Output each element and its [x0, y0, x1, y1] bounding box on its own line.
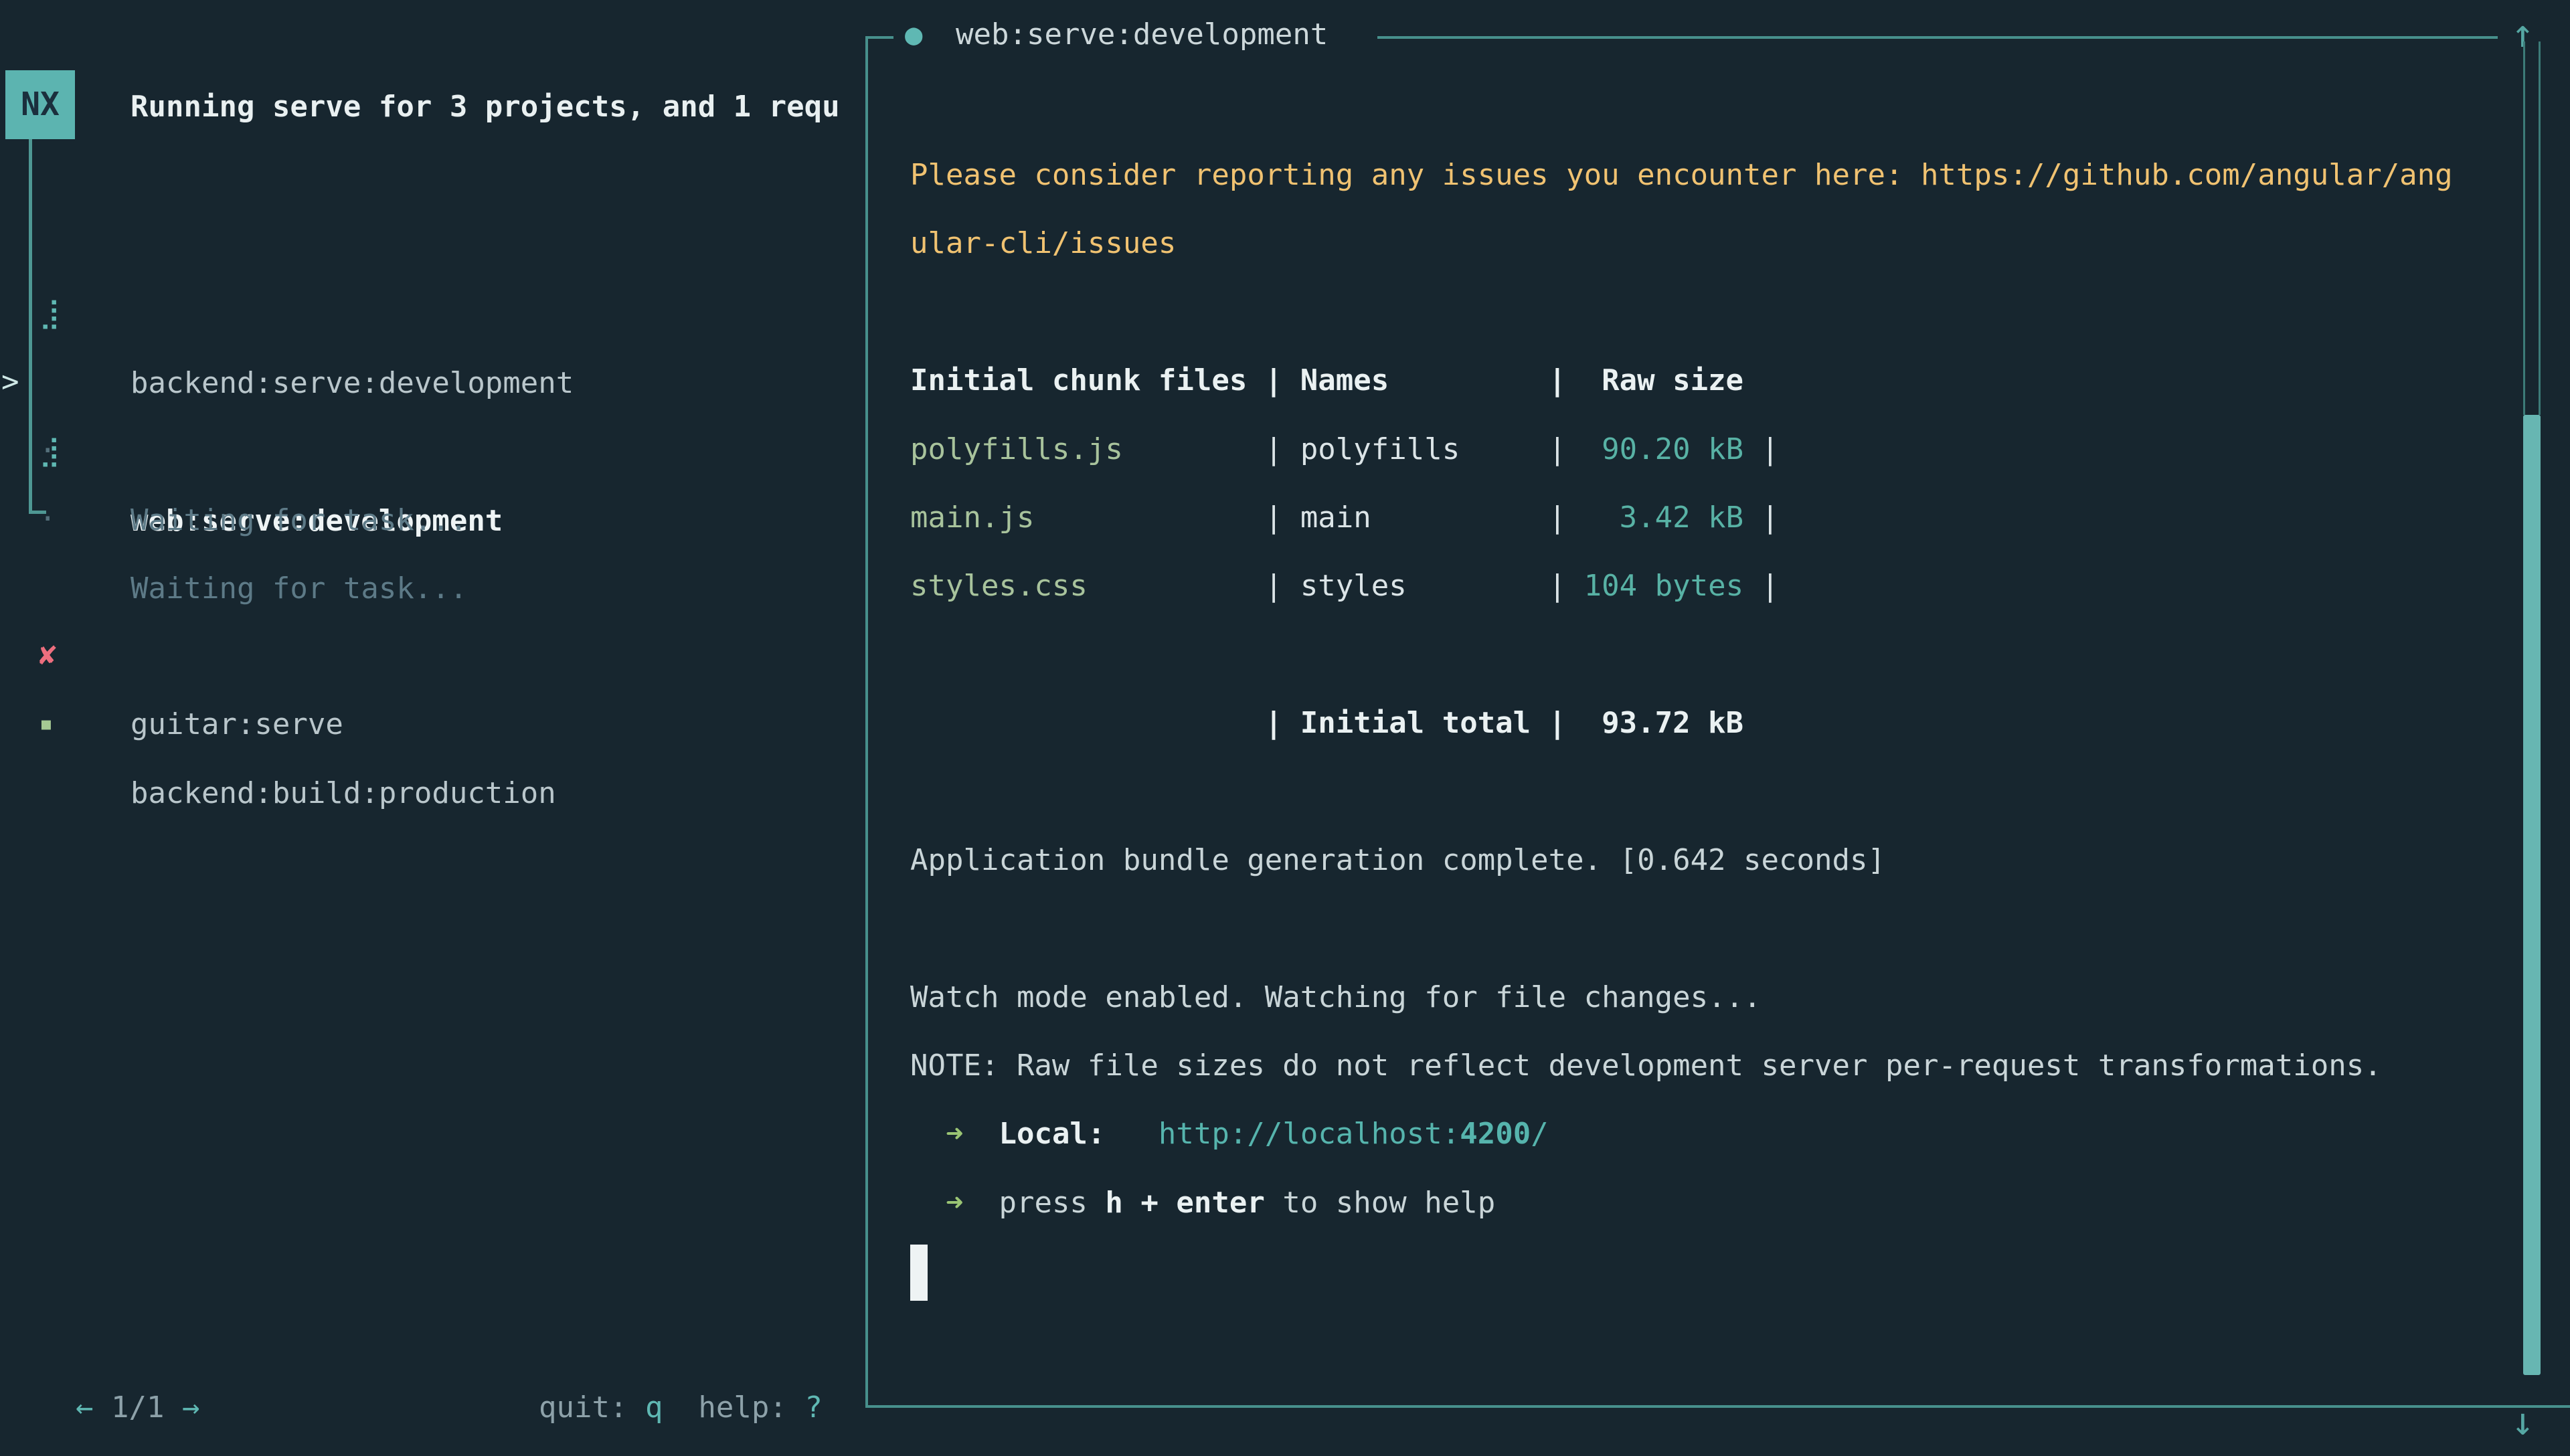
pending-dot-icon: · [39, 484, 57, 554]
terminal-cursor [910, 1245, 928, 1301]
panel-border-top-rule [1377, 36, 2498, 39]
sidebar-item-backend-serve[interactable]: ⣸ backend:serve:development [0, 209, 863, 279]
blank-line [910, 895, 2516, 963]
chunk-file: styles.css [910, 569, 1247, 603]
panel-border-bottom [865, 1405, 2570, 1408]
pagination: ← 1/1 → [40, 1303, 199, 1373]
scroll-down-arrow-icon[interactable]: ↓ [2511, 1386, 2535, 1456]
pipe: | [1247, 500, 1300, 535]
table-row: styles.css | styles | 104 bytes | [910, 552, 2516, 620]
keyboard-shortcuts-hint: quit: q help: ? [503, 1303, 823, 1373]
prev-page-arrow-icon[interactable]: ← [76, 1390, 94, 1425]
page-indicator: 1/1 [93, 1390, 181, 1425]
initial-total-row: | Initial total | 93.72 kB [910, 706, 1743, 740]
panel-border-left [865, 36, 868, 1408]
quit-key: q [645, 1390, 663, 1425]
nx-logo: NX [5, 70, 75, 139]
issue-notice-line1: Please consider reporting any issues you… [910, 158, 2453, 192]
pipe: | [1531, 569, 1583, 603]
local-url-line: ➜ Local: http://localhost:4200/ [910, 1100, 2516, 1168]
gap [963, 1186, 999, 1220]
task-label: guitar:serve [131, 690, 343, 759]
arrow-icon: ➜ [946, 1117, 964, 1151]
sidebar-item-guitar-serve[interactable]: ✘ guitar:serve [0, 551, 863, 620]
scrollbar-thumb[interactable] [2523, 415, 2541, 1375]
chunk-file: polyfills.js [910, 432, 1247, 466]
bundle-complete-message: Application bundle generation complete. … [910, 843, 1885, 877]
help-label: help: [663, 1390, 804, 1425]
chunk-name: styles [1300, 569, 1531, 603]
sidebar-item-waiting-1[interactable]: · Waiting for task... [0, 347, 863, 416]
sidebar-item-waiting-2[interactable]: · Waiting for task... [0, 415, 863, 484]
panel-title: web:serve:development [956, 0, 1328, 70]
next-page-arrow-icon[interactable]: → [182, 1390, 200, 1425]
pipe: | [1531, 500, 1583, 535]
panel-border-top-start [865, 36, 893, 39]
indent [910, 1186, 946, 1220]
watch-mode-message: Watch mode enabled. Watching for file ch… [910, 980, 1762, 1014]
chunk-size: 3.42 kB [1584, 500, 1743, 535]
chunk-name: polyfills [1300, 432, 1531, 466]
gap [1105, 1117, 1158, 1151]
pipe: | [1247, 569, 1300, 603]
running-bullet-icon: ● [905, 0, 923, 70]
chunk-file: main.js [910, 500, 1247, 535]
chunk-table-header: Initial chunk files | Names | Raw size [910, 363, 1743, 397]
blank-line [910, 621, 2516, 689]
table-row: polyfills.js | polyfills | 90.20 kB | [910, 416, 2516, 484]
local-label: Local: [999, 1117, 1105, 1151]
localhost-url-slash[interactable]: / [1531, 1117, 1549, 1151]
task-label: backend:build:production [131, 759, 556, 828]
chunk-size: 104 bytes [1584, 569, 1743, 603]
task-label: Waiting for task... [131, 486, 467, 555]
chunk-size: 90.20 kB [1584, 432, 1743, 466]
terminal-output: Please consider reporting any issues you… [910, 141, 2516, 1306]
scrollbar-track[interactable] [2523, 41, 2541, 415]
table-row: main.js | main | 3.42 kB | [910, 484, 2516, 552]
show-help-text: to show help [1265, 1186, 1495, 1220]
quit-label: quit: [539, 1390, 645, 1425]
localhost-url[interactable]: http://localhost: [1159, 1117, 1460, 1151]
blank-line [910, 278, 2516, 347]
blank-line [910, 758, 2516, 826]
chunk-name: main [1300, 500, 1531, 535]
press-text: press [999, 1186, 1105, 1220]
gap [963, 1117, 999, 1151]
indent [910, 1117, 946, 1151]
sidebar-header-title: Running serve for 3 projects, and 1 requ [131, 72, 863, 142]
pipe: | [1743, 432, 1779, 466]
issue-notice-line2[interactable]: ular-cli/issues [910, 226, 1176, 260]
localhost-port[interactable]: 4200 [1460, 1117, 1531, 1151]
sidebar-item-backend-build[interactable]: ▪ backend:build:production [0, 620, 863, 689]
help-key-combo: h + enter [1105, 1186, 1264, 1220]
pipe: | [1743, 569, 1779, 603]
pipe: | [1531, 432, 1583, 466]
sidebar-item-web-serve[interactable]: > ⣸ web:serve:development [0, 278, 863, 347]
success-square-icon: ▪ [39, 689, 54, 759]
raw-size-note: NOTE: Raw file sizes do not reflect deve… [910, 1049, 2382, 1083]
arrow-icon: ➜ [946, 1186, 964, 1220]
help-hint-line: ➜ press h + enter to show help [910, 1169, 2516, 1237]
help-key: ? [804, 1390, 823, 1425]
pipe: | [1247, 432, 1300, 466]
pipe: | [1743, 500, 1779, 535]
